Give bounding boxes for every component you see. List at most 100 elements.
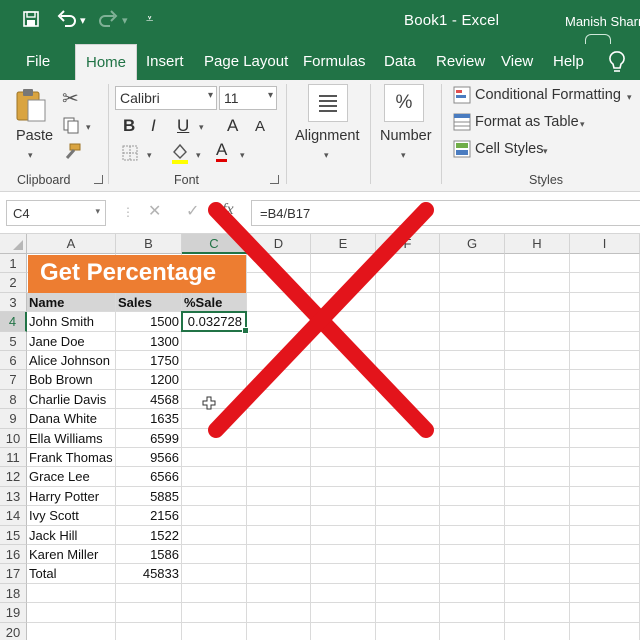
enter-icon[interactable]: ✓ — [186, 201, 199, 221]
cell-f11[interactable] — [376, 448, 440, 468]
row-header-19[interactable]: 19 — [0, 603, 27, 623]
cell-c10[interactable] — [182, 428, 247, 448]
cell-g5[interactable] — [440, 331, 505, 351]
cell-f9[interactable] — [376, 409, 440, 429]
fill-color-dropdown-icon[interactable]: ▾ — [196, 150, 201, 161]
cell-f3[interactable] — [376, 292, 440, 313]
cell-h9[interactable] — [505, 409, 570, 429]
cell-d6[interactable] — [247, 351, 311, 371]
cell-e13[interactable] — [311, 486, 376, 507]
cell-g6[interactable] — [440, 351, 505, 371]
cell-i18[interactable] — [570, 583, 640, 604]
cell-e12[interactable] — [311, 467, 376, 487]
active-cell-c4[interactable]: 0.032728 — [181, 311, 249, 335]
cell-b11[interactable]: 9566 — [116, 448, 182, 468]
cell-b9[interactable]: 1635 — [116, 409, 182, 429]
format-painter-icon[interactable] — [62, 142, 82, 160]
cell-d14[interactable] — [247, 506, 311, 526]
cell-d18[interactable] — [247, 583, 311, 604]
cell-a7[interactable]: Bob Brown — [27, 370, 116, 390]
cell-h12[interactable] — [505, 467, 570, 487]
cell-h16[interactable] — [505, 545, 570, 565]
cell-e8[interactable] — [311, 389, 376, 410]
cell-g4[interactable] — [440, 312, 505, 332]
tab-review[interactable]: Review — [436, 53, 485, 70]
cell-g1[interactable] — [440, 254, 505, 274]
italic-button[interactable]: I — [151, 116, 156, 136]
cell-g8[interactable] — [440, 389, 505, 410]
column-header-h[interactable]: H — [505, 234, 570, 254]
cell-h5[interactable] — [505, 331, 570, 351]
drag-handle-icon[interactable]: ⋮ — [122, 205, 134, 219]
cell-d20[interactable] — [247, 622, 311, 640]
cell-a5[interactable]: Jane Doe — [27, 331, 116, 351]
cell-i17[interactable] — [570, 564, 640, 584]
cell-a3[interactable]: Name — [27, 292, 116, 313]
tab-data[interactable]: Data — [384, 53, 416, 70]
cell-d13[interactable] — [247, 486, 311, 507]
font-launcher-icon[interactable] — [270, 175, 279, 184]
cell-b12[interactable]: 6566 — [116, 467, 182, 487]
worksheet-grid[interactable]: ABCDEFGHI 1 2 3 4 5 6 7 8 9 10 11 12 13 14 15 16 17 18 19 2… — [0, 234, 640, 640]
row-header-11[interactable]: 11 — [0, 448, 27, 468]
conditional-formatting-button[interactable]: Conditional Formatting — [475, 87, 621, 103]
cell-d12[interactable] — [247, 467, 311, 487]
cell-h3[interactable] — [505, 292, 570, 313]
cell-h19[interactable] — [505, 603, 570, 623]
cell-g3[interactable] — [440, 292, 505, 313]
name-box[interactable]: C4 ▾ — [6, 200, 106, 226]
cell-a10[interactable]: Ella Williams — [27, 428, 116, 448]
row-header-5[interactable]: 5 — [0, 331, 27, 351]
cell-e10[interactable] — [311, 428, 376, 448]
cell-c13[interactable] — [182, 486, 247, 507]
cell-d15[interactable] — [247, 525, 311, 545]
cell-h17[interactable] — [505, 564, 570, 584]
cell-f16[interactable] — [376, 545, 440, 565]
cell-b13[interactable]: 5885 — [116, 486, 182, 507]
cell-d9[interactable] — [247, 409, 311, 429]
cell-e6[interactable] — [311, 351, 376, 371]
cell-h2[interactable] — [505, 273, 570, 293]
cell-g12[interactable] — [440, 467, 505, 487]
cell-i10[interactable] — [570, 428, 640, 448]
borders-dropdown-icon[interactable]: ▾ — [147, 150, 152, 161]
cell-i16[interactable] — [570, 545, 640, 565]
cell-f8[interactable] — [376, 389, 440, 410]
cell-g17[interactable] — [440, 564, 505, 584]
cell-h4[interactable] — [505, 312, 570, 332]
row-header-8[interactable]: 8 — [0, 389, 27, 410]
cell-c5[interactable] — [182, 331, 247, 351]
cell-h6[interactable] — [505, 351, 570, 371]
number-label[interactable]: Number — [380, 128, 432, 144]
cell-h13[interactable] — [505, 486, 570, 507]
font-color-dropdown-icon[interactable]: ▾ — [240, 150, 245, 161]
row-header-17[interactable]: 17 — [0, 564, 27, 584]
cell-a12[interactable]: Grace Lee — [27, 467, 116, 487]
cell-e4[interactable] — [311, 312, 376, 332]
cell-b3[interactable]: Sales — [116, 292, 182, 313]
lightbulb-icon[interactable] — [608, 50, 626, 74]
customize-qat-icon[interactable]: ⩡ — [146, 8, 153, 30]
cell-a6[interactable]: Alice Johnson — [27, 351, 116, 371]
cell-e7[interactable] — [311, 370, 376, 390]
format-as-table-button[interactable]: Format as Table — [475, 114, 579, 130]
cell-c7[interactable] — [182, 370, 247, 390]
cell-c15[interactable] — [182, 525, 247, 545]
cell-g11[interactable] — [440, 448, 505, 468]
column-header-e[interactable]: E — [311, 234, 376, 254]
cell-b17[interactable]: 45833 — [116, 564, 182, 584]
cell-b10[interactable]: 6599 — [116, 428, 182, 448]
cell-d7[interactable] — [247, 370, 311, 390]
cell-f12[interactable] — [376, 467, 440, 487]
cell-d17[interactable] — [247, 564, 311, 584]
cut-icon[interactable]: ✂ — [62, 86, 79, 111]
cell-f2[interactable] — [376, 273, 440, 293]
cell-i11[interactable] — [570, 448, 640, 468]
cell-h8[interactable] — [505, 389, 570, 410]
cell-a4[interactable]: John Smith — [27, 312, 116, 332]
cell-d11[interactable] — [247, 448, 311, 468]
cell-c9[interactable] — [182, 409, 247, 429]
cell-f19[interactable] — [376, 603, 440, 623]
tab-view[interactable]: View — [501, 53, 533, 70]
cell-c3[interactable]: %Sale — [182, 292, 247, 313]
